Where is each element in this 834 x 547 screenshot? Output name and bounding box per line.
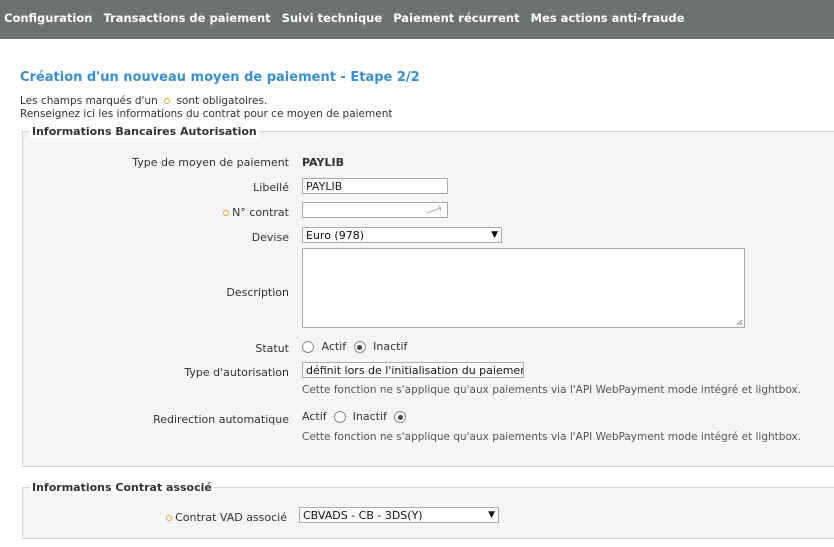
redirect-inactif-label: Inactif <box>352 410 387 423</box>
contract-label: N° contrat <box>223 206 289 219</box>
redirect-actif-label: Actif <box>302 410 327 423</box>
description-textarea[interactable] <box>302 248 745 328</box>
required-hint: Les champs marqués d'un sont obligatoire… <box>20 95 267 107</box>
status-actif-label: Actif <box>321 340 347 353</box>
vad-contract-select[interactable]: CBVADS - CB - 3DS(Y) ▼ <box>299 507 499 523</box>
dropdown-arrow-icon: ▼ <box>491 230 498 240</box>
currency-select[interactable]: Euro (978) ▼ <box>302 227 502 243</box>
required-dot-icon <box>166 515 173 521</box>
vad-label: Contrat VAD associé <box>166 511 287 524</box>
status-inactif-radio[interactable] <box>353 341 366 353</box>
required-dot-icon <box>223 210 230 216</box>
redirect-actif-radio[interactable] <box>334 411 347 423</box>
vad-contract-value: CBVADS - CB - 3DS(Y) <box>303 508 423 522</box>
payment-type-value: PAYLIB <box>302 156 344 169</box>
required-hint-after: sont obligatoires. <box>176 95 268 107</box>
required-dot-icon <box>164 98 171 104</box>
payment-type-label: Type de moyen de paiement <box>132 156 289 169</box>
description-label: Description <box>226 286 289 299</box>
contract-section-legend: Informations Contrat associé <box>30 481 214 494</box>
auth-type-note: Cette fonction ne s'applique qu'aux paie… <box>302 384 802 396</box>
currency-value: Euro (978) <box>306 228 365 242</box>
auth-type-value: définit lors de l'initialisation du paie… <box>306 363 524 377</box>
resize-handle-icon[interactable] <box>735 318 743 326</box>
nav-paiement-recurrent[interactable]: Paiement récurrent <box>393 11 519 25</box>
contract-number-input[interactable] <box>302 202 448 218</box>
status-actif-radio[interactable] <box>302 341 314 353</box>
redirect-note: Cette fonction ne s'applique qu'aux paie… <box>302 431 802 443</box>
auth-type-label: Type d'autorisation <box>184 366 289 379</box>
redirect-inactif-radio[interactable] <box>394 411 407 423</box>
status-radio-group: Actif Inactif <box>302 340 407 353</box>
vad-label-text: Contrat VAD associé <box>175 511 287 524</box>
nav-configuration[interactable]: Configuration <box>4 11 92 25</box>
nav-transactions[interactable]: Transactions de paiement <box>103 11 270 25</box>
nav-actions-anti-fraude[interactable]: Mes actions anti-fraude <box>531 11 685 25</box>
dropdown-arrow-icon: ▼ <box>488 510 495 520</box>
libelle-label: Libellé <box>253 181 289 194</box>
redirect-label: Redirection automatique <box>153 413 289 426</box>
nav-suivi-technique[interactable]: Suivi technique <box>282 11 383 25</box>
status-label: Statut <box>255 342 289 355</box>
top-navigation: Configuration Transactions de paiement S… <box>0 0 834 39</box>
libelle-input[interactable]: PAYLIB <box>302 178 448 194</box>
auth-type-select[interactable]: définit lors de l'initialisation du paie… <box>302 362 524 378</box>
key-icon <box>426 205 442 214</box>
contract-label-text: N° contrat <box>232 206 289 219</box>
bank-section-legend: Informations Bancaires Autorisation <box>30 125 259 138</box>
page-title: Création d'un nouveau moyen de paiement … <box>20 70 420 85</box>
required-hint-before: Les champs marqués d'un <box>20 95 158 107</box>
currency-label: Devise <box>251 231 289 244</box>
redirect-radio-group: Actif Inactif <box>302 410 407 423</box>
instructions-text: Renseignez ici les informations du contr… <box>20 108 393 120</box>
status-inactif-label: Inactif <box>373 340 408 353</box>
